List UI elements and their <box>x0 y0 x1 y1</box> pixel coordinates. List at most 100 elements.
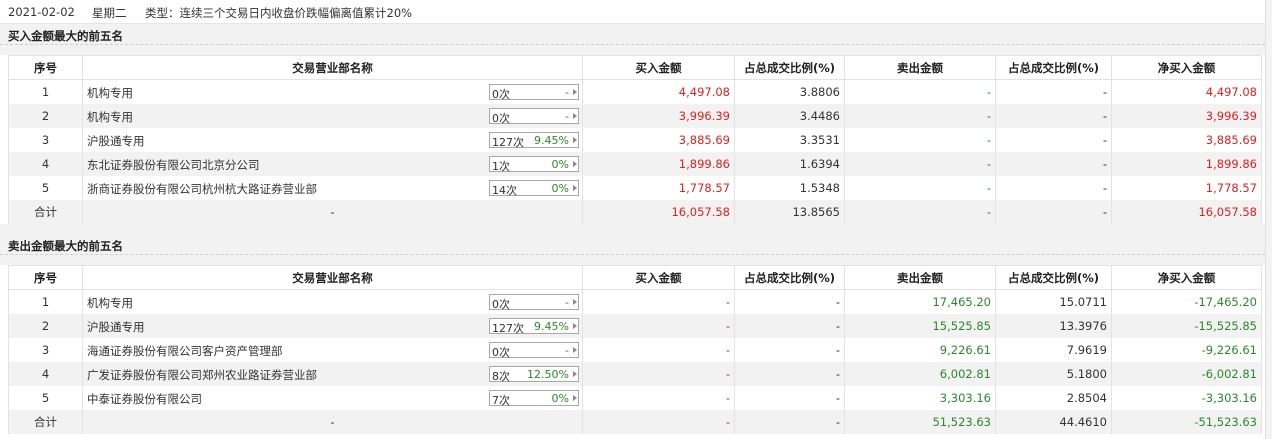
col-branch-name: 交易营业部名称 <box>82 55 583 80</box>
rank-cell: 1 <box>8 79 83 104</box>
rank-cell: 3 <box>8 337 83 362</box>
sell-ratio: - <box>995 79 1112 104</box>
rank-cell: 1 <box>8 289 83 314</box>
branch-cell: 广发证券股份有限公司郑州农业路证券营业部 8次 12.50% <box>82 361 583 386</box>
col-sell-ratio: 占总成交比例(%) <box>995 265 1112 290</box>
win-rate: 9.45% <box>534 319 569 333</box>
sell-ratio: 2.8504 <box>995 385 1112 410</box>
trade-count: 127次 <box>492 135 524 149</box>
trade-count-dropdown[interactable]: 0次 - <box>489 294 579 311</box>
info-bar: 2021-02-02 星期二 类型：连续三个交易日内收盘价跌幅偏离值累计20% <box>0 0 1265 24</box>
caret-right-icon <box>573 346 577 353</box>
caret-right-icon <box>573 394 577 401</box>
win-rate: - <box>565 86 569 99</box>
buy-amount: - <box>582 385 735 410</box>
col-net-buy: 净买入金额 <box>1111 55 1262 80</box>
buy-ratio: 3.4486 <box>734 103 845 128</box>
total-net-buy: 16,057.58 <box>1111 199 1262 224</box>
sell-amount: 3,303.16 <box>844 385 996 410</box>
trade-count: 8次 <box>492 369 510 383</box>
col-sell-amount: 卖出金额 <box>844 55 996 80</box>
branch-cell: 机构专用 0次 - <box>82 79 583 104</box>
total-label: 合计 <box>8 199 83 224</box>
branch-name: 浙商证券股份有限公司杭州杭大路证券营业部 <box>87 181 317 196</box>
trade-count-dropdown[interactable]: 127次 9.45% <box>489 317 579 335</box>
sell-amount: 17,465.20 <box>844 289 996 314</box>
table-header-row: 序号 交易营业部名称 买入金额 占总成交比例(%) 卖出金额 占总成交比例(%)… <box>8 55 1262 80</box>
trade-count: 0次 <box>492 111 510 125</box>
table-row: 2 沪股通专用 127次 9.45% - -15,525.85 13.3976 -15,525… <box>8 313 1262 338</box>
buy-ratio: - <box>734 385 845 410</box>
win-rate: 0% <box>551 181 569 195</box>
sell-section-title-text: 卖出金额最大的前五名 <box>8 239 123 253</box>
table-header-row: 序号 交易营业部名称 买入金额 占总成交比例(%) 卖出金额 占总成交比例(%)… <box>8 265 1262 290</box>
trade-count-dropdown[interactable]: 0次 - <box>489 341 579 359</box>
sell-ratio: - <box>995 151 1112 176</box>
total-label: 合计 <box>8 409 83 434</box>
trade-date: 2021-02-02 <box>8 5 75 19</box>
caret-right-icon <box>573 112 577 119</box>
total-branch: - <box>82 199 583 224</box>
trade-count-dropdown[interactable]: 0次 - <box>489 107 579 125</box>
net-buy-amount: -17,465.20 <box>1111 289 1262 314</box>
branch-cell: 中泰证券股份有限公司 7次 0% <box>82 385 583 410</box>
buy-amount: 3,996.39 <box>582 103 735 128</box>
branch-name: 机构专用 <box>87 109 133 124</box>
col-buy-amount: 买入金额 <box>582 55 735 80</box>
buy-top5-table: 序号 交易营业部名称 买入金额 占总成交比例(%) 卖出金额 占总成交比例(%)… <box>8 55 1262 224</box>
caret-right-icon <box>573 89 577 95</box>
rank-cell: 4 <box>8 151 83 176</box>
sell-amount: 15,525.85 <box>844 313 996 338</box>
trade-count: 7次 <box>492 393 510 407</box>
rank-cell: 4 <box>8 361 83 386</box>
table-row: 4 广发证券股份有限公司郑州农业路证券营业部 8次 12.50% - -6,002.81 5… <box>8 361 1262 386</box>
branch-name: 中泰证券股份有限公司 <box>87 391 202 406</box>
branch-cell: 机构专用 0次 - <box>82 103 583 128</box>
weekday: 星期二 <box>92 6 127 20</box>
total-sell-amount: 51,523.63 <box>844 409 996 434</box>
trade-count: 14次 <box>492 183 517 197</box>
total-buy-ratio: - <box>734 409 845 434</box>
buy-section-title-text: 买入金额最大的前五名 <box>8 29 123 43</box>
table-row: 5 中泰证券股份有限公司 7次 0% - -3,303.16 2.8504 -3,303.16 <box>8 385 1262 410</box>
win-rate: 12.50% <box>527 367 569 381</box>
buy-section-title: 买入金额最大的前五名 <box>0 24 1265 45</box>
trade-count-dropdown[interactable]: 14次 0% <box>489 179 579 197</box>
sell-amount: - <box>844 127 996 152</box>
trade-count-dropdown[interactable]: 7次 0% <box>489 389 579 407</box>
branch-name: 机构专用 <box>87 296 133 310</box>
trade-count-dropdown[interactable]: 0次 - <box>489 84 579 101</box>
net-buy-amount: 1,778.57 <box>1111 175 1262 200</box>
branch-name: 机构专用 <box>87 86 133 100</box>
sell-ratio: - <box>995 127 1112 152</box>
branch-cell: 海通证券股份有限公司客户资产管理部 0次 - <box>82 337 583 362</box>
branch-cell: 机构专用 0次 - <box>82 289 583 314</box>
col-net-buy: 净买入金额 <box>1111 265 1262 290</box>
win-rate: - <box>565 343 569 357</box>
vertical-scrollbar[interactable] <box>1265 0 1272 439</box>
buy-ratio: 1.6394 <box>734 151 845 176</box>
trade-count-dropdown[interactable]: 127次 9.45% <box>489 131 579 149</box>
total-branch: - <box>82 409 583 434</box>
net-buy-amount: 1,899.86 <box>1111 151 1262 176</box>
rank-cell: 2 <box>8 103 83 128</box>
rank-cell: 5 <box>8 385 83 410</box>
sell-section-title: 卖出金额最大的前五名 <box>0 234 1265 255</box>
buy-amount: 1,778.57 <box>582 175 735 200</box>
sell-ratio: - <box>995 175 1112 200</box>
total-row: 合计 -16,057.58 13.8565- -16,057.58 <box>8 199 1262 224</box>
total-sell-amount: - <box>844 199 996 224</box>
sell-ratio: 15.0711 <box>995 289 1112 314</box>
trade-count: 127次 <box>492 321 524 335</box>
net-buy-amount: -15,525.85 <box>1111 313 1262 338</box>
net-buy-amount: 3,996.39 <box>1111 103 1262 128</box>
trade-count-dropdown[interactable]: 8次 12.50% <box>489 365 579 383</box>
caret-right-icon <box>573 322 577 329</box>
col-rank: 序号 <box>8 55 83 80</box>
trade-count: 0次 <box>492 298 510 311</box>
trade-count-dropdown[interactable]: 1次 0% <box>489 155 579 173</box>
col-branch-name: 交易营业部名称 <box>82 265 583 290</box>
branch-cell: 东北证券股份有限公司北京分公司 1次 0% <box>82 151 583 176</box>
section-gap <box>0 255 1265 265</box>
col-buy-ratio: 占总成交比例(%) <box>734 265 845 290</box>
